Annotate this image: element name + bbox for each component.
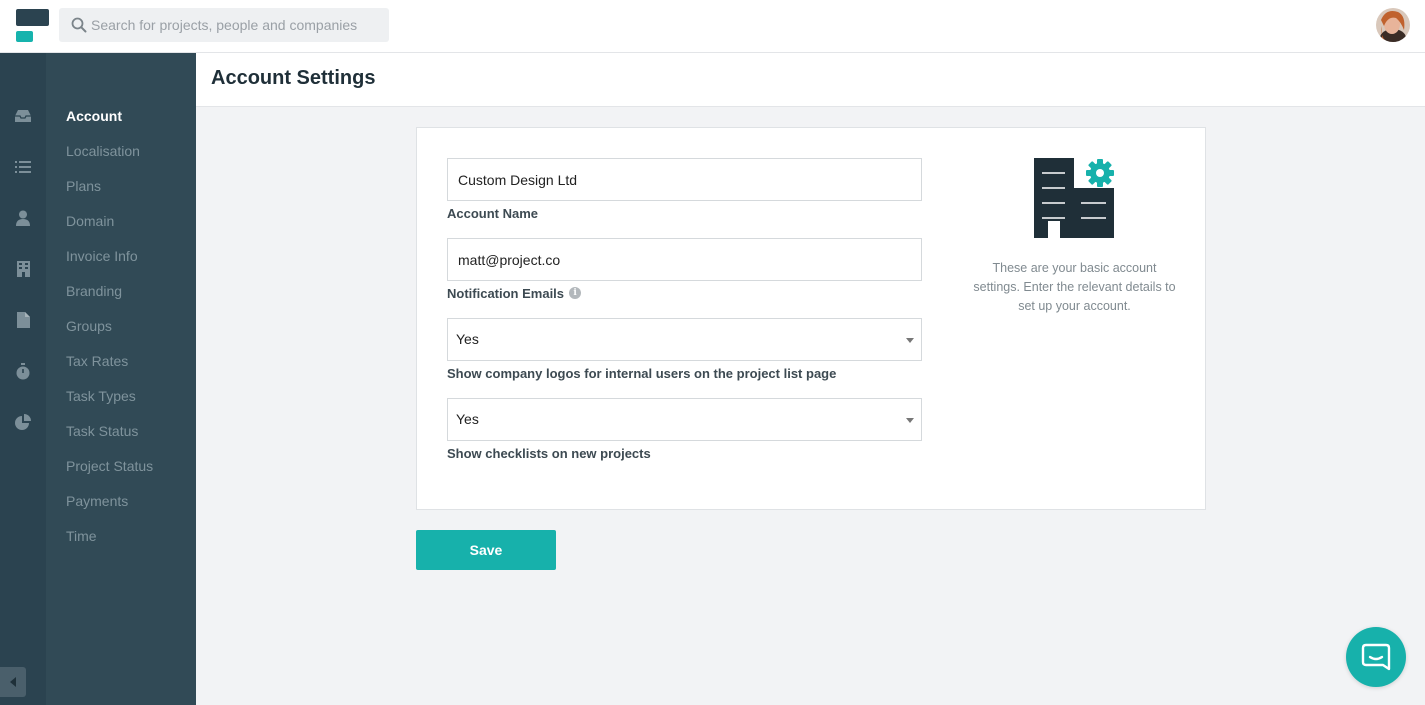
show-checklists-value: Yes <box>456 411 479 427</box>
person-icon[interactable] <box>12 207 34 229</box>
account-settings-card: Account Name Notification Emails i Yes S… <box>416 127 1206 510</box>
chat-launcher-button[interactable] <box>1346 627 1406 687</box>
show-logos-select[interactable]: Yes <box>447 318 922 361</box>
settings-nav-item-account[interactable]: Account <box>46 106 196 141</box>
settings-nav-item-time[interactable]: Time <box>46 526 196 561</box>
chevron-left-icon <box>10 677 16 687</box>
collapse-sidebar-button[interactable] <box>0 667 26 697</box>
settings-nav-item-branding[interactable]: Branding <box>46 281 196 316</box>
settings-nav-item-payments[interactable]: Payments <box>46 491 196 526</box>
account-name-input[interactable] <box>447 158 922 201</box>
top-bar <box>0 0 1425 53</box>
side-panel-description: These are your basic account settings. E… <box>973 261 1176 313</box>
document-icon[interactable] <box>12 309 34 331</box>
show-checklists-select[interactable]: Yes <box>447 398 922 441</box>
building-icon[interactable] <box>12 258 34 280</box>
settings-nav: Account Localisation Plans Domain Invoic… <box>46 53 196 705</box>
show-checklists-field: Yes Show checklists on new projects <box>447 398 922 461</box>
show-checklists-label: Show checklists on new projects <box>447 445 651 461</box>
notification-emails-input[interactable] <box>447 238 922 281</box>
icon-rail <box>0 53 46 705</box>
settings-nav-item-plans[interactable]: Plans <box>46 176 196 211</box>
info-icon[interactable]: i <box>569 287 582 299</box>
settings-nav-item-groups[interactable]: Groups <box>46 316 196 351</box>
settings-nav-item-localisation[interactable]: Localisation <box>46 141 196 176</box>
avatar[interactable] <box>1376 8 1410 42</box>
pie-chart-icon[interactable] <box>12 411 34 433</box>
caret-down-icon <box>906 418 914 423</box>
notification-emails-label-row: Notification Emails i <box>447 285 922 301</box>
settings-nav-item-invoice-info[interactable]: Invoice Info <box>46 246 196 281</box>
chat-icon <box>1361 643 1391 671</box>
show-logos-label: Show company logos for internal users on… <box>447 365 837 381</box>
save-button[interactable]: Save <box>416 530 556 570</box>
search-box[interactable] <box>59 8 389 42</box>
app-logo[interactable] <box>16 9 49 42</box>
search-input[interactable] <box>91 17 381 33</box>
building-settings-icon <box>1033 158 1114 238</box>
inbox-icon[interactable] <box>12 105 34 127</box>
settings-nav-item-project-status[interactable]: Project Status <box>46 456 196 491</box>
search-icon <box>71 17 87 33</box>
page-title: Account Settings <box>211 67 376 89</box>
notification-emails-field: Notification Emails i <box>447 238 922 301</box>
show-logos-value: Yes <box>456 331 479 347</box>
settings-nav-item-task-types[interactable]: Task Types <box>46 386 196 421</box>
settings-nav-item-tax-rates[interactable]: Tax Rates <box>46 351 196 386</box>
settings-nav-item-task-status[interactable]: Task Status <box>46 421 196 456</box>
side-panel: These are your basic account settings. E… <box>972 158 1177 316</box>
caret-down-icon <box>906 338 914 343</box>
page-header: Account Settings <box>196 53 1425 107</box>
list-icon[interactable] <box>12 156 34 178</box>
stopwatch-icon[interactable] <box>12 360 34 382</box>
account-name-field: Account Name <box>447 158 922 221</box>
show-logos-field: Yes Show company logos for internal user… <box>447 318 922 381</box>
notification-emails-label: Notification Emails <box>447 285 565 301</box>
account-name-label: Account Name <box>447 205 539 221</box>
settings-nav-item-domain[interactable]: Domain <box>46 211 196 246</box>
